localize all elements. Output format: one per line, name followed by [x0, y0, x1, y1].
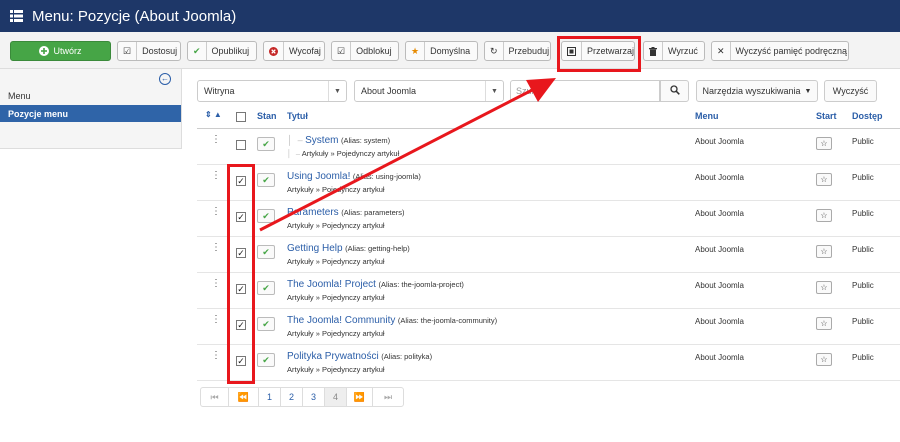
page: Menu: Pozycje (About Joomla) Utwórz ☑ Do… [0, 0, 900, 442]
annotation-arrow [259, 78, 556, 232]
